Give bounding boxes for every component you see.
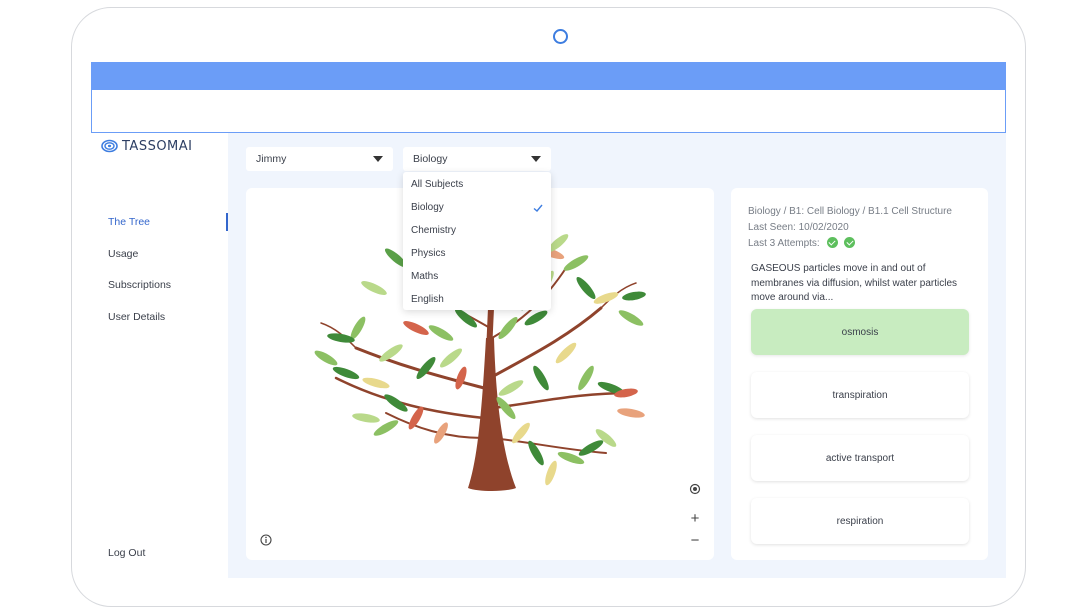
answer-option-transpiration[interactable]: transpiration [751,372,969,418]
locate-icon [689,483,701,495]
checkmark-icon [533,204,543,212]
dropdown-option-biology[interactable]: Biology [411,202,444,213]
zoom-out-button[interactable]: − [685,530,705,550]
last-attempts: Last 3 Attempts: [748,237,856,249]
question-text: GASEOUS particles move in and out of mem… [751,263,958,303]
last-seen: Last Seen: 10/02/2020 [748,222,849,233]
subject-select[interactable]: Biology [403,147,551,171]
logo[interactable]: TASSOMAI [101,137,193,155]
sidebar [91,133,228,578]
student-select[interactable]: Jimmy [246,147,393,171]
sidebar-item-the-tree[interactable]: The Tree [108,216,150,228]
last-attempts-label: Last 3 Attempts: [748,238,820,249]
sidebar-item-subscriptions[interactable]: Subscriptions [108,279,171,291]
camera-icon [553,29,568,44]
sidebar-item-usage[interactable]: Usage [108,248,138,260]
student-select-value: Jimmy [256,153,287,165]
dropdown-option-maths[interactable]: Maths [411,271,438,282]
answer-option-osmosis[interactable]: osmosis [751,309,969,355]
sidebar-item-user-details[interactable]: User Details [108,311,165,323]
dropdown-option-chemistry[interactable]: Chemistry [411,225,456,236]
check-circle-icon [844,237,856,248]
answer-option-respiration[interactable]: respiration [751,498,969,544]
chevron-down-icon [531,156,541,162]
dropdown-option-all-subjects[interactable]: All Subjects [411,179,463,190]
info-icon [260,534,272,546]
answer-option-active-transport[interactable]: active transport [751,435,969,481]
chevron-down-icon [373,156,383,162]
check-circle-icon [826,237,838,248]
log-out-link[interactable]: Log Out [108,547,145,559]
subject-dropdown-menu: All Subjects Biology Chemistry Physics M… [403,172,551,310]
dropdown-option-english[interactable]: English [411,294,444,305]
tassomai-logo-icon [101,139,118,153]
info-button[interactable] [256,530,276,550]
zoom-in-button[interactable]: + [685,508,705,528]
subject-select-value: Biology [413,153,448,165]
breadcrumb: Biology / B1: Cell Biology / B1.1 Cell S… [748,206,952,217]
brand-name: TASSOMAI [122,138,193,154]
locate-button[interactable] [685,479,705,499]
top-bar [91,62,1006,90]
header-area [91,90,1006,133]
dropdown-option-physics[interactable]: Physics [411,248,445,259]
